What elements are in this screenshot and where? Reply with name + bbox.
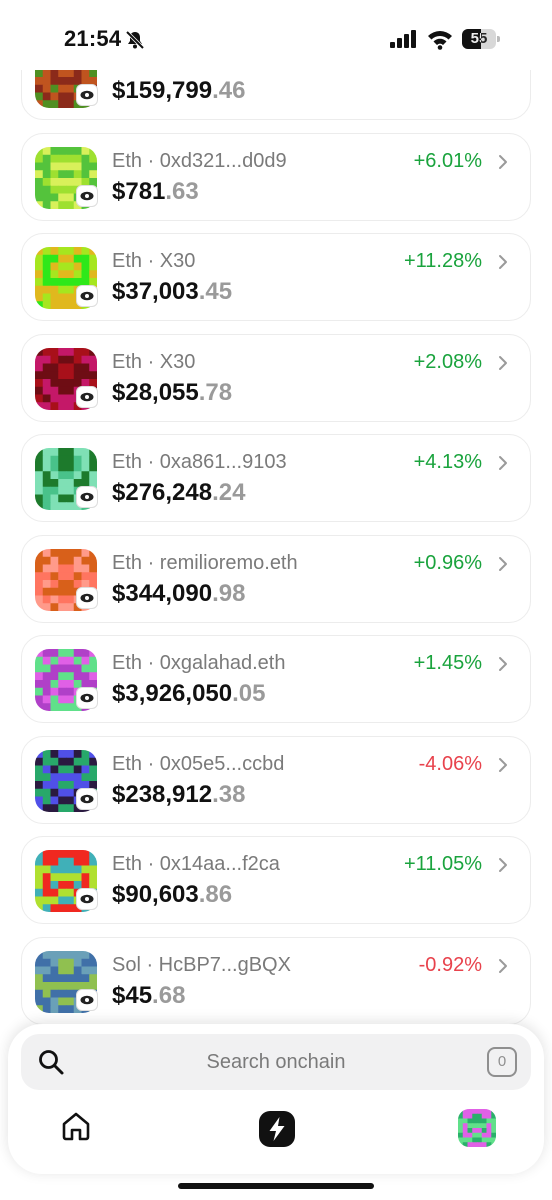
wallet-label: Eth · 0x05e5...ccbd — [112, 752, 285, 775]
home-icon[interactable] — [60, 1110, 92, 1142]
balance-cents: .46 — [212, 77, 246, 104]
chevron-right-icon — [499, 757, 507, 772]
wallet-card[interactable]: Eth · X30 $37,003.45 +11.28% — [21, 233, 531, 321]
wallet-card[interactable]: Eth · 0xgalahad.eth $3,926,050.05 +1.45% — [21, 635, 531, 723]
wallet-balance: $90,603.86 — [112, 881, 232, 909]
wallet-change: +1.45% — [413, 652, 482, 674]
balance-dollars: $238,912 — [112, 780, 213, 808]
balance-cents: .68 — [152, 981, 186, 1009]
wallet-card[interactable]: Eth · 0xd321...d0d9 $781.63 +6.01% — [21, 132, 531, 221]
chevron-right-icon — [499, 657, 507, 671]
wallet-balance: $238,912.38 — [112, 781, 245, 809]
wallet-change: +0.96% — [413, 551, 482, 574]
chevron-right-icon — [499, 456, 507, 470]
eye-icon — [76, 687, 98, 709]
wallet-balance: $781.63 — [112, 178, 199, 206]
wallet-balance: $276,248.24 — [112, 479, 245, 507]
wallet-card[interactable]: Sol · HcBP7...gBQX $45.68 -0.92% — [21, 936, 531, 1025]
shortcut-key-badge: 0 — [487, 1047, 517, 1077]
chevron-right-icon — [499, 556, 507, 571]
eye-icon — [76, 988, 98, 1011]
status-bar: 21:54 55 — [0, 0, 552, 70]
balance-cents: .78 — [198, 378, 233, 406]
wallet-label: Eth · 0xa861...9103 — [112, 451, 287, 473]
wallet-balance: $28,055.78 — [112, 379, 232, 407]
wallet-change: +6.01% — [413, 149, 482, 172]
wallet-balance: $344,090.98 — [112, 580, 245, 608]
wallet-list[interactable]: Eth · 0xf49b...4c72 $159,799.46 +8.46% E… — [0, 54, 552, 1034]
eye-icon — [76, 385, 98, 408]
bottom-panel: 0 — [8, 1024, 544, 1174]
wallet-card[interactable]: Eth · 0xa861...9103 $276,248.24 +4.13% — [21, 434, 531, 522]
chevron-right-icon — [499, 255, 507, 269]
eye-icon — [76, 84, 98, 106]
home-indicator — [178, 1183, 374, 1189]
balance-dollars: $3,926,050 — [112, 680, 233, 707]
wallet-balance: $3,926,050.05 — [112, 680, 266, 708]
search-bar[interactable]: 0 — [21, 1034, 531, 1090]
eye-icon — [76, 888, 98, 910]
wallet-balance: $45.68 — [112, 982, 185, 1010]
eye-icon — [76, 184, 98, 207]
balance-dollars: $781 — [112, 177, 166, 205]
cellular-signal-icon — [390, 30, 416, 48]
profile-avatar[interactable] — [458, 1109, 496, 1147]
wallet-card[interactable]: Eth · 0x14aa...f2ca $90,603.86 +11.05% — [21, 836, 531, 924]
chevron-right-icon — [499, 858, 507, 872]
bolt-icon[interactable] — [258, 1110, 296, 1148]
balance-cents: .24 — [212, 479, 246, 506]
battery-level: 55 — [470, 30, 488, 47]
balance-dollars: $276,248 — [112, 479, 213, 506]
balance-dollars: $37,003 — [112, 278, 199, 305]
eye-icon — [76, 285, 98, 307]
balance-cents: .05 — [232, 680, 266, 707]
wallet-change: +4.13% — [413, 451, 482, 473]
wallet-change: +2.08% — [413, 350, 482, 373]
wallet-label: Eth · 0x14aa...f2ca — [112, 853, 280, 875]
balance-cents: .98 — [212, 579, 246, 607]
wallet-change: -4.06% — [418, 752, 482, 775]
search-icon — [39, 1050, 64, 1075]
balance-cents: .45 — [198, 278, 233, 305]
balance-cents: .86 — [198, 881, 233, 908]
wallet-label: Eth · 0xgalahad.eth — [112, 652, 286, 674]
balance-dollars: $90,603 — [112, 881, 199, 908]
wallet-label: Eth · 0xd321...d0d9 — [112, 149, 287, 172]
wifi-icon — [428, 31, 452, 50]
chevron-right-icon — [499, 958, 507, 973]
search-input[interactable] — [81, 1034, 471, 1090]
wallet-balance: $37,003.45 — [112, 278, 232, 306]
wallet-label: Eth · X30 — [112, 250, 196, 272]
status-time: 21:54 — [64, 26, 122, 51]
wallet-label: Eth · X30 — [112, 350, 196, 373]
eye-icon — [76, 787, 98, 810]
wallet-card[interactable]: Eth · remilioremo.eth $344,090.98 +0.96% — [21, 534, 531, 623]
wallet-card[interactable]: Eth · 0x05e5...ccbd $238,912.38 -4.06% — [21, 735, 531, 824]
wallet-card[interactable]: Eth · X30 $28,055.78 +2.08% — [21, 333, 531, 422]
balance-dollars: $28,055 — [112, 378, 199, 406]
wallet-change: -0.92% — [418, 953, 482, 976]
wallet-change: +11.05% — [403, 853, 482, 875]
balance-dollars: $45 — [112, 981, 153, 1009]
balance-dollars: $344,090 — [112, 579, 213, 607]
balance-dollars: $159,799 — [112, 77, 213, 104]
wallet-label: Sol · HcBP7...gBQX — [112, 953, 291, 976]
wallet-change: +11.28% — [403, 250, 482, 272]
eye-icon — [76, 486, 98, 508]
bell-slash-icon — [125, 30, 145, 50]
wallet-balance: $159,799.46 — [112, 77, 245, 105]
eye-icon — [76, 586, 98, 609]
balance-cents: .38 — [212, 780, 246, 808]
chevron-right-icon — [499, 154, 507, 169]
chevron-right-icon — [499, 355, 507, 370]
battery-icon: 55 — [462, 29, 500, 49]
wallet-label: Eth · remilioremo.eth — [112, 551, 298, 574]
balance-cents: .63 — [165, 177, 199, 205]
